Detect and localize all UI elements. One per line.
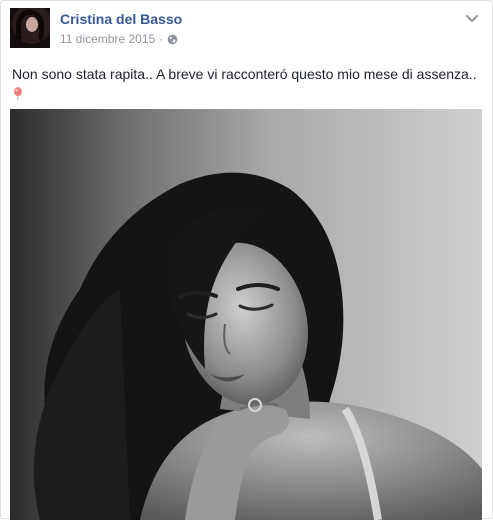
post-date-link[interactable]: 11 dicembre 2015 bbox=[60, 32, 155, 46]
balloon-icon bbox=[14, 87, 22, 100]
post-text: Non sono stata rapita.. A breve vi racco… bbox=[12, 65, 482, 103]
post-photo[interactable] bbox=[10, 109, 482, 520]
post-text-content: Non sono stata rapita.. A breve vi racco… bbox=[12, 66, 477, 82]
author-name-link[interactable]: Cristina del Basso bbox=[60, 11, 182, 27]
globe-icon[interactable] bbox=[167, 34, 178, 45]
photo-illustration bbox=[10, 109, 482, 520]
post-header: Cristina del Basso 11 dicembre 2015 · bbox=[10, 8, 482, 52]
chevron-down-icon[interactable] bbox=[464, 12, 480, 26]
post-meta: 11 dicembre 2015 · bbox=[60, 32, 178, 46]
avatar[interactable] bbox=[10, 8, 50, 48]
post-card: Cristina del Basso 11 dicembre 2015 · No… bbox=[0, 0, 493, 520]
meta-separator: · bbox=[159, 32, 164, 46]
avatar-face bbox=[26, 17, 38, 32]
